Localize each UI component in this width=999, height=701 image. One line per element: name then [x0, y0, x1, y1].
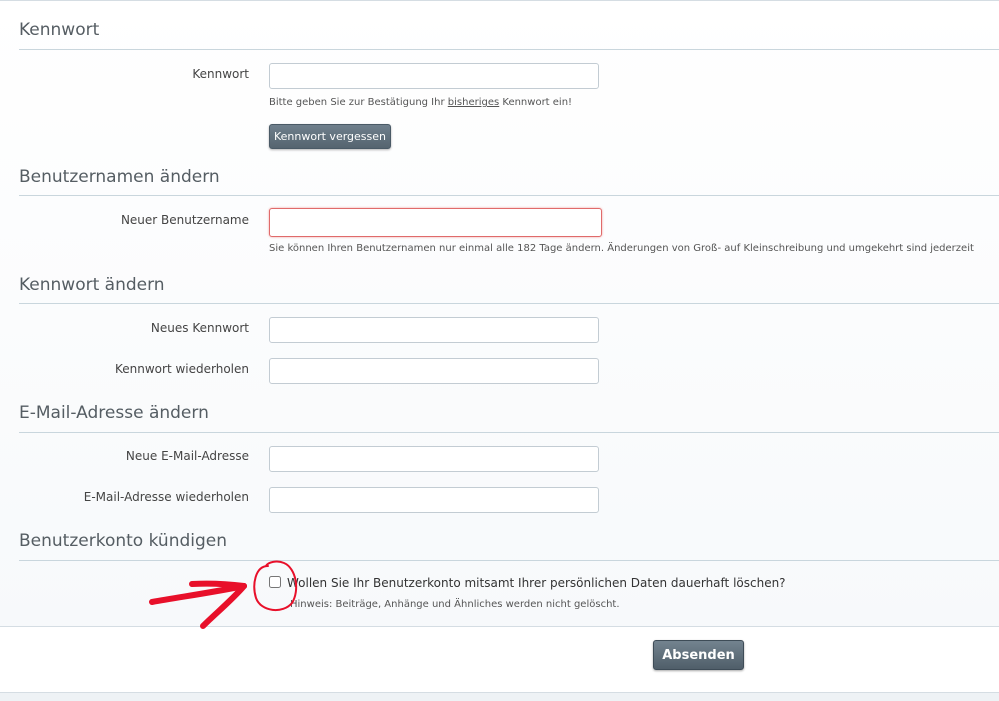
current-password-input[interactable]	[269, 63, 599, 89]
new-password-input[interactable]	[269, 317, 599, 343]
delete-account-hint: Hinweis: Beiträge, Anhänge und Ähnliches…	[290, 599, 620, 610]
current-password-label: Kennwort	[192, 67, 249, 81]
footer-strip	[0, 692, 999, 701]
repeat-email-input[interactable]	[269, 487, 599, 513]
submit-bar	[0, 626, 999, 693]
repeat-email-label: E-Mail-Adresse wiederholen	[83, 490, 249, 504]
section-divider	[19, 195, 999, 196]
section-divider	[19, 303, 999, 304]
new-email-input[interactable]	[269, 446, 599, 472]
delete-account-checkbox-label[interactable]: Wollen Sie Ihr Benutzerkonto mitsamt Ihr…	[287, 576, 786, 590]
current-password-hint: Bitte geben Sie zur Bestätigung Ihr bish…	[269, 97, 572, 108]
section-divider	[19, 560, 999, 561]
hint-emphasis: bisheriges	[447, 97, 500, 108]
section-title-password-confirm: Kennwort	[19, 20, 100, 40]
hint-prefix: Bitte geben Sie zur Bestätigung Ihr	[269, 97, 448, 108]
new-username-label: Neuer Benutzername	[120, 213, 249, 227]
repeat-password-input[interactable]	[269, 358, 599, 384]
section-divider	[19, 49, 999, 50]
new-email-label: Neue E-Mail-Adresse	[125, 449, 249, 463]
forgot-password-button[interactable]: Kennwort vergessen	[269, 124, 391, 149]
section-divider	[19, 432, 999, 433]
delete-account-checkbox[interactable]	[269, 576, 281, 588]
account-form: Kennwort Kennwort Bitte geben Sie zur Be…	[0, 0, 999, 627]
submit-button[interactable]: Absenden	[653, 640, 744, 670]
section-title-password-change: Kennwort ändern	[19, 275, 165, 295]
section-title-delete-account: Benutzerkonto kündigen	[19, 531, 228, 551]
section-title-email: E-Mail-Adresse ändern	[19, 403, 209, 423]
repeat-password-label: Kennwort wiederholen	[115, 362, 249, 376]
hint-suffix: Kennwort ein!	[499, 97, 573, 108]
new-password-label: Neues Kennwort	[150, 321, 249, 335]
section-title-username: Benutzernamen ändern	[19, 167, 220, 187]
username-hint: Sie können Ihren Benutzernamen nur einma…	[269, 243, 974, 254]
new-username-input[interactable]	[269, 208, 602, 237]
account-settings-page: Kennwort Kennwort Bitte geben Sie zur Be…	[0, 0, 999, 701]
